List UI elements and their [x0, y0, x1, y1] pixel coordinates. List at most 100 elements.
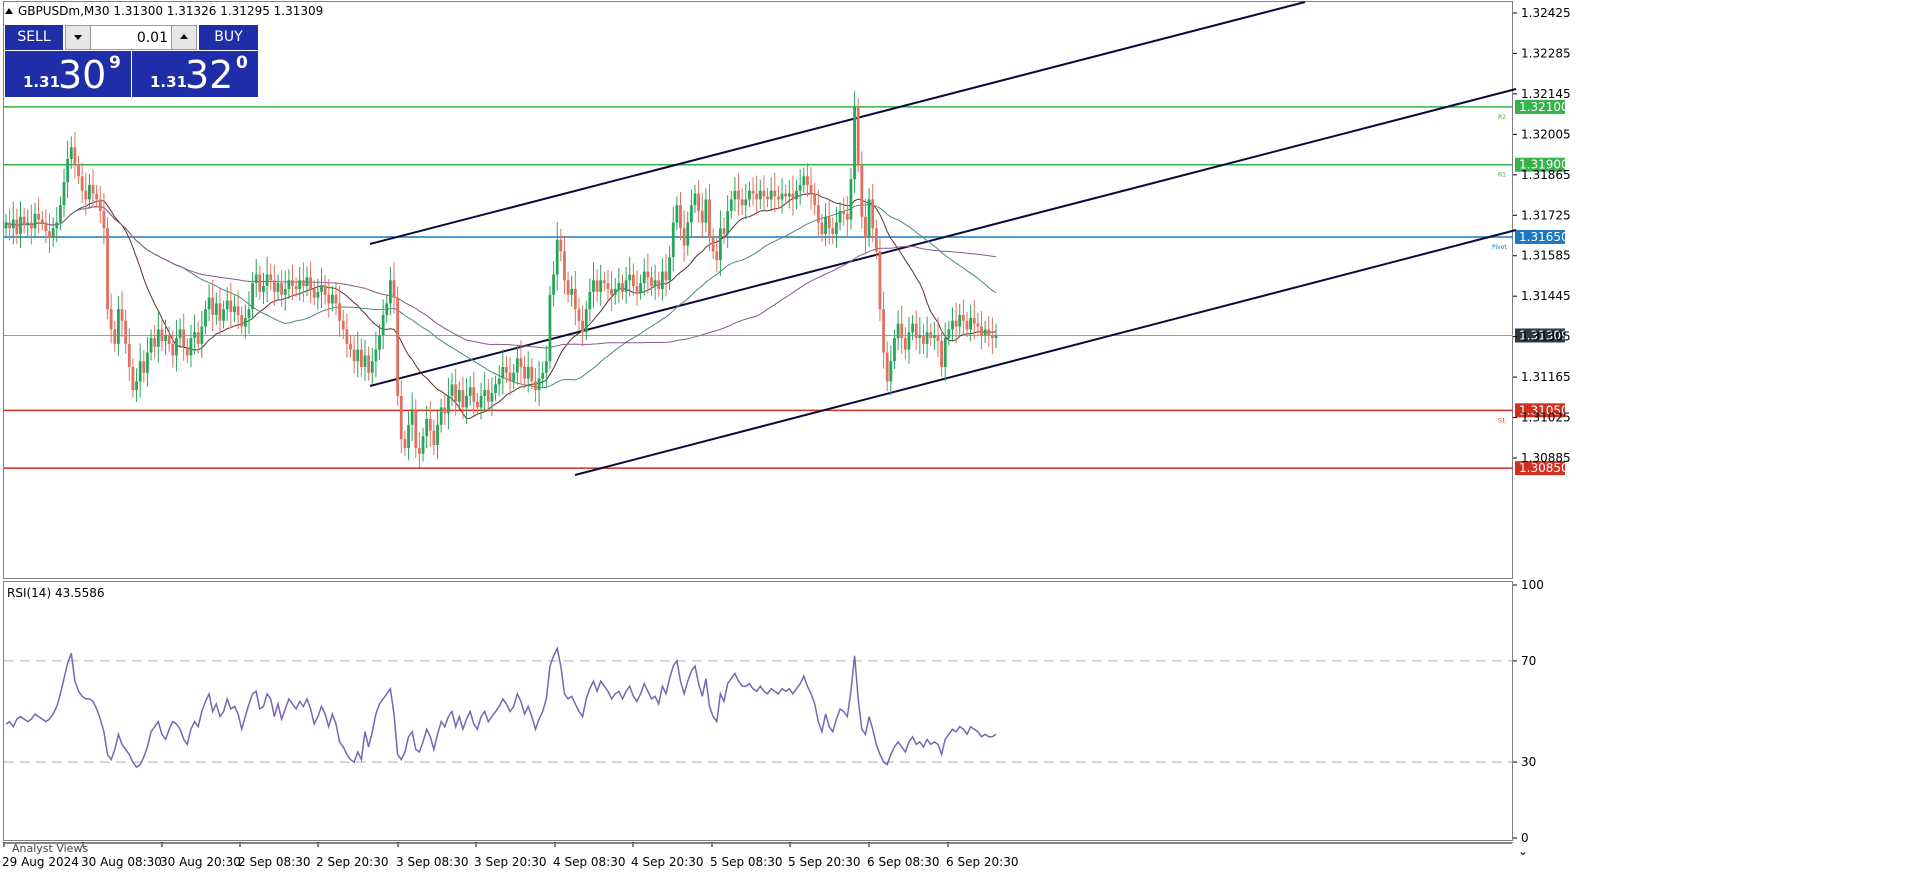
volume-decrease-button[interactable] — [66, 26, 91, 49]
trend-channel-line[interactable] — [369, 1, 1306, 245]
candle — [994, 324, 998, 348]
candle-body — [515, 358, 519, 373]
candle-body — [806, 176, 809, 185]
candle-body — [338, 303, 342, 321]
candle — [802, 167, 806, 193]
candle-body — [813, 193, 817, 206]
sell-button[interactable]: SELL — [5, 25, 63, 50]
candle-body — [679, 205, 682, 229]
candle — [922, 324, 925, 354]
candle — [635, 270, 639, 306]
candle — [26, 209, 30, 238]
candle — [689, 189, 693, 237]
candle-body — [8, 222, 12, 229]
analyst-views-tab[interactable]: Analyst Views — [4, 843, 1512, 856]
candle-body — [410, 410, 414, 425]
candle-body — [450, 384, 454, 396]
candle-body — [55, 222, 59, 229]
candle-body — [907, 332, 911, 350]
candle-body — [330, 294, 334, 304]
rsi-line — [5, 645, 997, 769]
candle — [925, 316, 929, 358]
candle-body — [932, 335, 936, 339]
candle — [29, 204, 33, 245]
candle-body — [700, 210, 704, 223]
candle-body — [167, 335, 171, 344]
chevron-up-icon — [180, 34, 188, 39]
candle — [338, 285, 342, 337]
candle — [251, 272, 254, 320]
candle-body — [294, 286, 298, 289]
candle-body — [577, 309, 581, 321]
candle-body — [356, 349, 360, 362]
candle — [715, 238, 719, 273]
candle — [508, 357, 512, 396]
candle — [113, 320, 117, 352]
price-tick-label: 1.31725 — [1521, 208, 1571, 222]
candle-body — [447, 395, 450, 414]
buy-quote[interactable]: 1.31 32 0 — [132, 51, 258, 97]
candle — [675, 196, 679, 231]
candle — [932, 321, 936, 351]
candle — [254, 258, 258, 298]
candle-body — [624, 280, 628, 292]
candle — [929, 323, 933, 346]
candle-body — [265, 274, 269, 287]
buy-button[interactable]: BUY — [199, 25, 258, 50]
candle-body — [711, 236, 715, 252]
candle — [773, 172, 777, 213]
candle-body — [925, 332, 929, 344]
candle — [983, 320, 987, 343]
candle — [795, 179, 798, 210]
trend-channel-line[interactable] — [574, 229, 1517, 476]
candle — [958, 303, 962, 337]
candle-body — [689, 205, 693, 223]
time-label: 3 Sep 20:30 — [474, 855, 546, 869]
time-label: 5 Sep 20:30 — [788, 855, 860, 869]
candle-body — [581, 320, 584, 333]
candle-body — [755, 193, 759, 200]
candle — [345, 313, 349, 358]
candle-body — [185, 346, 189, 356]
candle — [947, 320, 951, 346]
candle — [262, 272, 265, 304]
candle — [229, 282, 233, 329]
candle — [835, 206, 838, 249]
candle-body — [853, 106, 856, 180]
candle-body — [207, 297, 211, 310]
candle-body — [969, 317, 973, 330]
candle-body — [748, 190, 751, 200]
candle — [874, 219, 878, 260]
candle — [512, 364, 516, 390]
candle-body — [175, 338, 178, 356]
sell-quote[interactable]: 1.31 30 9 — [5, 51, 131, 97]
volume-increase-button[interactable] — [171, 26, 196, 49]
candle — [142, 350, 146, 383]
price-tick-label: 1.31865 — [1521, 168, 1571, 182]
candle-body — [922, 335, 925, 344]
candle — [156, 311, 160, 363]
candle-body — [352, 349, 356, 362]
volume-input[interactable] — [92, 28, 168, 47]
candle-body — [766, 196, 769, 200]
candle — [914, 310, 918, 351]
chart-canvas[interactable]: 1.32100R21.31900R11.31650Pivot1.313091.3… — [0, 0, 1916, 874]
candle-body — [671, 222, 675, 258]
candle — [501, 349, 505, 395]
candle — [733, 177, 737, 212]
candle-body — [780, 193, 784, 200]
candle — [472, 371, 476, 416]
candle — [809, 167, 813, 210]
analyst-views-label: Analyst Views — [12, 843, 89, 855]
candle — [40, 210, 44, 231]
candle-body — [262, 286, 265, 292]
candle-body — [718, 228, 722, 261]
scroll-down-arrow-icon[interactable]: ⌄ — [1518, 844, 1528, 858]
candle — [523, 355, 526, 389]
collapse-triangle-icon[interactable] — [5, 8, 13, 14]
candle — [842, 197, 846, 226]
price-tick-label: 1.31445 — [1521, 289, 1571, 303]
candle-body — [849, 179, 853, 220]
candle-body — [77, 164, 80, 177]
candle-body — [882, 309, 885, 353]
